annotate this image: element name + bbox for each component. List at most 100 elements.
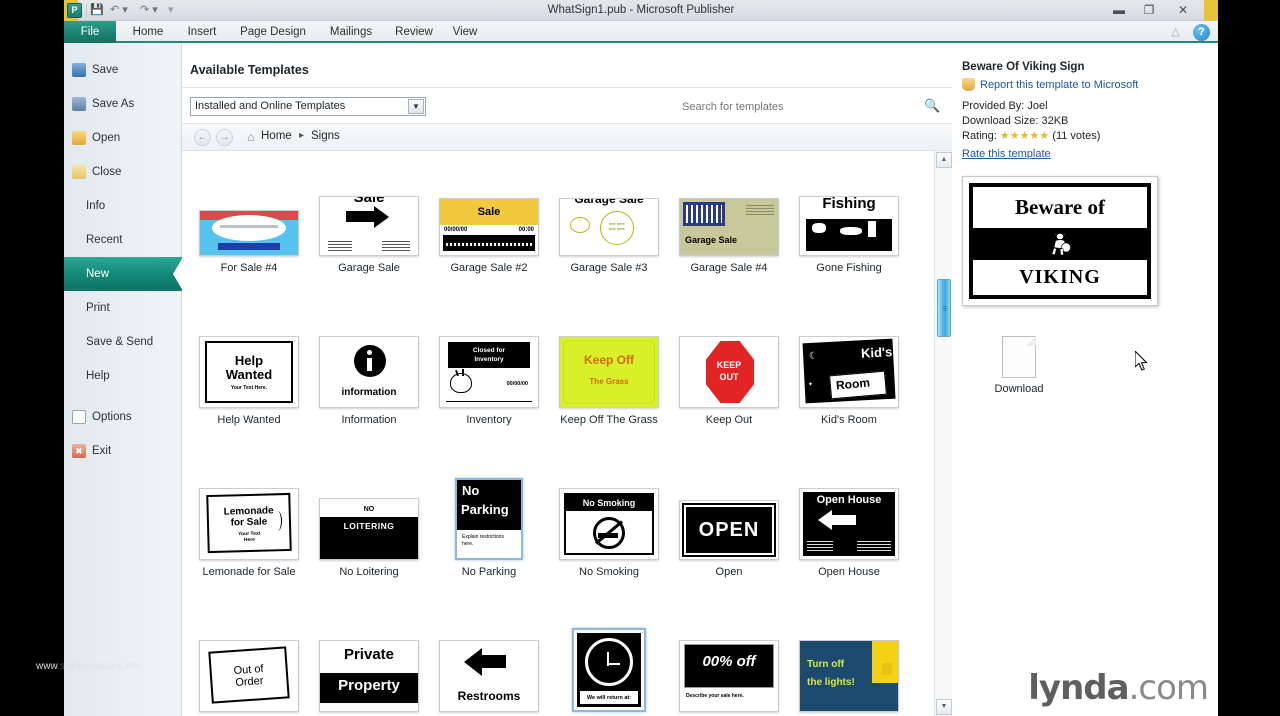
tab-view[interactable]: View <box>444 21 486 43</box>
template-cell-open-house[interactable]: Open House Open House <box>794 488 904 579</box>
template-thumbnail[interactable]: Lemonade for Sale Your Text Here <box>199 488 299 560</box>
template-grid-scroll-area[interactable]: For Sale #4 Sale Garage Sale Sale 00/00/… <box>182 151 934 716</box>
sidebar-item-options[interactable]: Options <box>64 400 181 434</box>
template-thumbnail[interactable]: Sale 00/00/00 00:00 <box>439 198 539 256</box>
sidebar-item-exit[interactable]: ✖ Exit <box>64 434 181 468</box>
sidebar-item-save-as[interactable]: Save As <box>64 87 181 121</box>
template-cell-inventory[interactable]: Closed for Inventory 00/00/00 Inventory <box>434 336 544 427</box>
tab-insert[interactable]: Insert <box>178 21 226 43</box>
template-cell-no-parking[interactable]: No Parking Explain restrictions here. No… <box>434 478 544 579</box>
close-icon[interactable]: ✕ <box>1170 1 1196 19</box>
report-template-link[interactable]: Report this template to Microsoft <box>980 79 1138 91</box>
rate-template-link[interactable]: Rate this template <box>962 148 1051 160</box>
search-icon[interactable]: 🔍 <box>924 97 940 115</box>
sidebar-item-close[interactable]: Close <box>64 155 181 189</box>
template-row: Lemonade for Sale Your Text Here Lemonad… <box>194 427 934 579</box>
template-cell-turn-off-the-lights[interactable]: Turn off the lights! Turn Off The Lights <box>794 640 904 716</box>
template-thumbnail[interactable]: Restrooms <box>439 640 539 712</box>
home-icon[interactable]: ⌂ <box>244 130 258 144</box>
template-cell-return-time[interactable]: We will return at: Return Time <box>554 628 664 716</box>
template-thumbnail[interactable]: OPEN <box>679 500 779 560</box>
template-cell-garage-sale-2[interactable]: Sale 00/00/00 00:00 Garage Sale #2 <box>434 198 544 275</box>
template-cell-help-wanted[interactable]: Help Wanted Your Text Here. Help Wanted <box>194 336 304 427</box>
breadcrumb-home[interactable]: Home <box>261 130 292 142</box>
template-cell-out-of-order[interactable]: Out of Order Out of Order <box>194 640 304 716</box>
template-thumbnail[interactable]: Fishing <box>799 196 899 256</box>
template-cell-restrooms[interactable]: Restrooms Restrooms <box>434 640 544 716</box>
sidebar-item-info[interactable]: Info <box>64 189 181 223</box>
template-thumbnail[interactable]: Garage Sale <box>679 198 779 256</box>
tab-mailings[interactable]: Mailings <box>320 21 382 43</box>
sidebar-item-help[interactable]: Help <box>64 359 181 393</box>
thumb-text: Property <box>338 677 400 694</box>
template-preview[interactable]: Beware of VIKING <box>962 176 1158 306</box>
template-cell-garage-sale-3[interactable]: Garage Sale text here text here Garage S… <box>554 198 664 275</box>
template-cell-no-loitering[interactable]: NO LOITERING No Loitering <box>314 498 424 579</box>
template-cell-private-property[interactable]: Private Property Private Property <box>314 640 424 716</box>
template-cell-kids-room[interactable]: ☾ ✦ Kid's Room Kid's Room <box>794 336 904 427</box>
template-cell-keep-off-the-grass[interactable]: Keep Off The Grass Keep Off The Grass <box>554 336 664 427</box>
template-cell-gone-fishing[interactable]: Fishing Gone Fishing <box>794 196 904 275</box>
template-cell-open[interactable]: OPEN Open <box>674 500 784 579</box>
collapse-ribbon-icon[interactable]: △ <box>1167 23 1185 41</box>
template-cell-lemonade-for-sale[interactable]: Lemonade for Sale Your Text Here Lemonad… <box>194 488 304 579</box>
sidebar-item-label: Open <box>92 132 121 144</box>
help-icon[interactable]: ? <box>1193 23 1210 41</box>
tab-home[interactable]: Home <box>122 21 174 43</box>
window-title: WhatSign1.pub - Microsoft Publisher <box>547 4 735 16</box>
sidebar-item-new[interactable]: New <box>64 257 183 291</box>
open-folder-icon <box>72 131 86 145</box>
template-thumbnail[interactable]: Closed for Inventory 00/00/00 <box>439 336 539 408</box>
template-cell-garage-sale[interactable]: Sale Garage Sale <box>314 196 424 275</box>
sidebar-item-label: Save As <box>92 98 135 110</box>
template-thumbnail[interactable]: KEEP OUT <box>679 336 779 408</box>
template-thumbnail[interactable] <box>199 210 299 256</box>
tab-review[interactable]: Review <box>386 21 442 43</box>
template-thumbnail[interactable]: Help Wanted Your Text Here. <box>199 336 299 408</box>
template-grid-scrollbar[interactable]: ▲ ▼ <box>934 151 952 716</box>
template-thumbnail[interactable]: Out of Order <box>199 640 299 712</box>
scroll-down-button[interactable]: ▼ <box>936 699 952 715</box>
template-cell-garage-sale-4[interactable]: Garage Sale Garage Sale #4 <box>674 198 784 275</box>
download-button[interactable]: Download <box>984 336 1054 395</box>
template-cell-keep-out[interactable]: KEEP OUT Keep Out <box>674 336 784 427</box>
template-thumbnail[interactable]: Open House <box>799 488 899 560</box>
template-cell-special-offer[interactable]: 00% off Describe your sale here. Special… <box>674 640 784 716</box>
restore-icon[interactable]: ❐ <box>1136 1 1162 19</box>
template-thumbnail[interactable]: Keep Off The Grass <box>559 336 659 408</box>
template-thumbnail[interactable]: ☾ ✦ Kid's Room <box>799 336 899 408</box>
template-thumbnail[interactable]: Sale <box>319 196 419 256</box>
chevron-down-icon[interactable]: ▼ <box>408 99 424 114</box>
forward-arrow-icon[interactable]: → <box>216 129 233 146</box>
scroll-up-button[interactable]: ▲ <box>936 152 952 168</box>
tab-file[interactable]: File <box>64 21 116 43</box>
scrollbar-thumb[interactable] <box>937 279 951 337</box>
tab-page-design[interactable]: Page Design <box>230 21 316 43</box>
document-icon <box>1002 336 1036 378</box>
template-thumbnail[interactable]: No Smoking <box>559 488 659 560</box>
search-input[interactable] <box>682 99 912 115</box>
template-thumbnail[interactable]: Turn off the lights! <box>799 640 899 712</box>
sidebar-item-save[interactable]: Save <box>64 53 181 87</box>
template-thumbnail[interactable]: NO LOITERING <box>319 498 419 560</box>
template-cell-no-smoking[interactable]: No Smoking No Smoking <box>554 488 664 579</box>
breadcrumb-current[interactable]: Signs <box>311 130 340 142</box>
template-source-dropdown[interactable]: Installed and Online Templates ▼ <box>190 97 426 116</box>
sidebar-separator <box>64 393 181 400</box>
back-arrow-icon[interactable]: ← <box>194 129 211 146</box>
lynda-logo: lynda.com <box>1028 668 1209 708</box>
report-template-row[interactable]: Report this template to Microsoft <box>962 78 1208 91</box>
sidebar-item-print[interactable]: Print <box>64 291 181 325</box>
template-thumbnail[interactable]: Private Property <box>319 640 419 712</box>
template-cell-for-sale-4[interactable]: For Sale #4 <box>194 210 304 275</box>
template-thumbnail[interactable]: We will return at: <box>572 628 646 712</box>
sidebar-item-open[interactable]: Open <box>64 121 181 155</box>
sidebar-item-recent[interactable]: Recent <box>64 223 181 257</box>
template-thumbnail[interactable]: Garage Sale text here text here <box>559 198 659 256</box>
minimize-icon[interactable]: ▬ <box>1106 1 1132 19</box>
template-cell-information[interactable]: information Information <box>314 336 424 427</box>
sidebar-item-save-and-send[interactable]: Save & Send <box>64 325 181 359</box>
template-thumbnail[interactable]: information <box>319 336 419 408</box>
template-thumbnail[interactable]: No Parking Explain restrictions here. <box>455 478 523 560</box>
template-thumbnail[interactable]: 00% off Describe your sale here. <box>679 640 779 712</box>
